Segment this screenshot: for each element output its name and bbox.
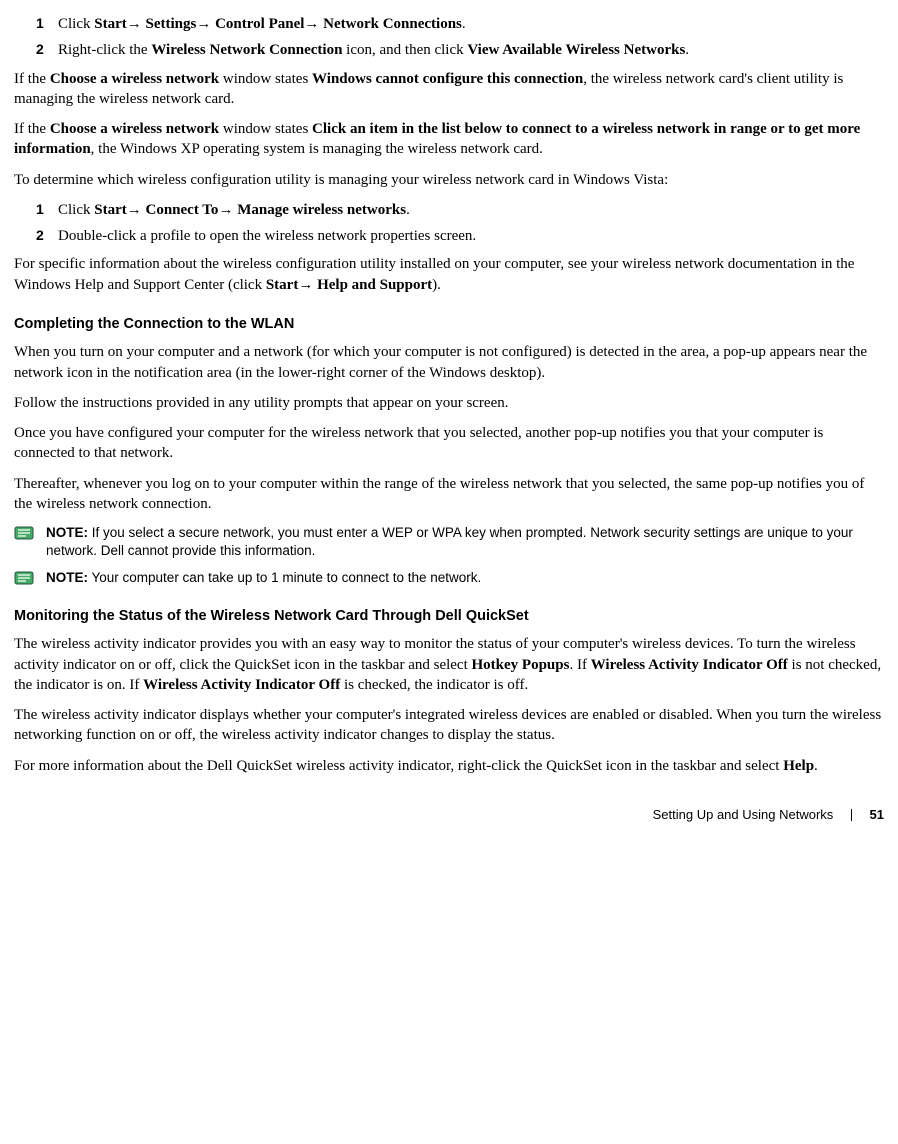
- bold: Wireless Activity Indicator Off: [143, 677, 340, 693]
- page-footer: Setting Up and Using Networks 51: [14, 806, 884, 824]
- text: .: [462, 16, 466, 32]
- footer-separator: [851, 809, 852, 821]
- bold: Start: [266, 277, 299, 293]
- text: icon, and then click: [342, 42, 467, 58]
- step-a2: 2 Right-click the Wireless Network Conne…: [36, 40, 884, 60]
- bold: Start: [94, 202, 127, 218]
- bold: Help and Support: [317, 277, 432, 293]
- text: Click: [58, 202, 94, 218]
- step-number: 2: [36, 226, 58, 246]
- bold: View Available Wireless Networks: [467, 42, 685, 58]
- note-2: NOTE: Your computer can take up to 1 min…: [14, 569, 884, 587]
- page-number: 51: [870, 807, 884, 822]
- paragraph: If the Choose a wireless network window …: [14, 69, 884, 110]
- text: .: [814, 758, 818, 774]
- bold: Settings: [146, 16, 197, 32]
- arrow: →: [298, 277, 317, 293]
- text: .: [685, 42, 689, 58]
- step-a1: 1 Click Start→ Settings→ Control Panel→ …: [36, 14, 884, 34]
- bold: Windows cannot configure this connection: [312, 71, 583, 87]
- text: . If: [569, 657, 590, 673]
- paragraph: Once you have configured your computer f…: [14, 423, 884, 464]
- arrow: →: [304, 16, 323, 32]
- arrow: →: [127, 16, 146, 32]
- paragraph: For specific information about the wirel…: [14, 254, 884, 295]
- paragraph: The wireless activity indicator displays…: [14, 705, 884, 746]
- bold: Network Connections: [323, 16, 462, 32]
- bold: Wireless Activity Indicator Off: [591, 657, 788, 673]
- step-number: 1: [36, 14, 58, 34]
- step-b2: 2 Double-click a profile to open the wir…: [36, 226, 884, 246]
- note-text: NOTE: Your computer can take up to 1 min…: [40, 569, 884, 587]
- step-number: 1: [36, 200, 58, 220]
- bold: Manage wireless networks: [237, 202, 406, 218]
- paragraph: The wireless activity indicator provides…: [14, 634, 884, 695]
- heading-monitoring: Monitoring the Status of the Wireless Ne…: [14, 607, 884, 627]
- arrow: →: [127, 202, 146, 218]
- text: For more information about the Dell Quic…: [14, 758, 783, 774]
- heading-completing: Completing the Connection to the WLAN: [14, 315, 884, 335]
- text: ).: [432, 277, 441, 293]
- text: window states: [219, 71, 312, 87]
- bold: Hotkey Popups: [472, 657, 570, 673]
- step-body: Double-click a profile to open the wirel…: [58, 226, 884, 246]
- paragraph: Thereafter, whenever you log on to your …: [14, 474, 884, 515]
- bold: Choose a wireless network: [50, 71, 219, 87]
- arrow: →: [218, 202, 237, 218]
- text: If the: [14, 121, 50, 137]
- text: If you select a secure network, you must…: [46, 525, 853, 558]
- text: If the: [14, 71, 50, 87]
- text: Your computer can take up to 1 minute to…: [88, 570, 481, 585]
- note-icon: [14, 569, 40, 586]
- step-body: Right-click the Wireless Network Connect…: [58, 40, 884, 60]
- paragraph: Follow the instructions provided in any …: [14, 393, 884, 413]
- note-1: NOTE: If you select a secure network, yo…: [14, 524, 884, 560]
- bold: Connect To: [146, 202, 219, 218]
- step-b1: 1 Click Start→ Connect To→ Manage wirele…: [36, 200, 884, 220]
- bold: Control Panel: [215, 16, 304, 32]
- paragraph: When you turn on your computer and a net…: [14, 342, 884, 383]
- text: window states: [219, 121, 312, 137]
- text: .: [406, 202, 410, 218]
- note-label: NOTE:: [46, 570, 88, 585]
- note-text: NOTE: If you select a secure network, yo…: [40, 524, 884, 560]
- paragraph: To determine which wireless configuratio…: [14, 170, 884, 190]
- note-icon: [14, 524, 40, 541]
- text: , the Windows XP operating system is man…: [91, 141, 543, 157]
- footer-section: Setting Up and Using Networks: [653, 807, 834, 822]
- bold: Start: [94, 16, 127, 32]
- note-label: NOTE:: [46, 525, 88, 540]
- bold: Choose a wireless network: [50, 121, 219, 137]
- paragraph: For more information about the Dell Quic…: [14, 756, 884, 776]
- step-body: Click Start→ Connect To→ Manage wireless…: [58, 200, 884, 220]
- bold: Wireless Network Connection: [151, 42, 342, 58]
- text: Click: [58, 16, 94, 32]
- text: is checked, the indicator is off.: [340, 677, 528, 693]
- step-body: Click Start→ Settings→ Control Panel→ Ne…: [58, 14, 884, 34]
- bold: Help: [783, 758, 814, 774]
- paragraph: If the Choose a wireless network window …: [14, 119, 884, 160]
- text: Right-click the: [58, 42, 151, 58]
- step-number: 2: [36, 40, 58, 60]
- arrow: →: [196, 16, 215, 32]
